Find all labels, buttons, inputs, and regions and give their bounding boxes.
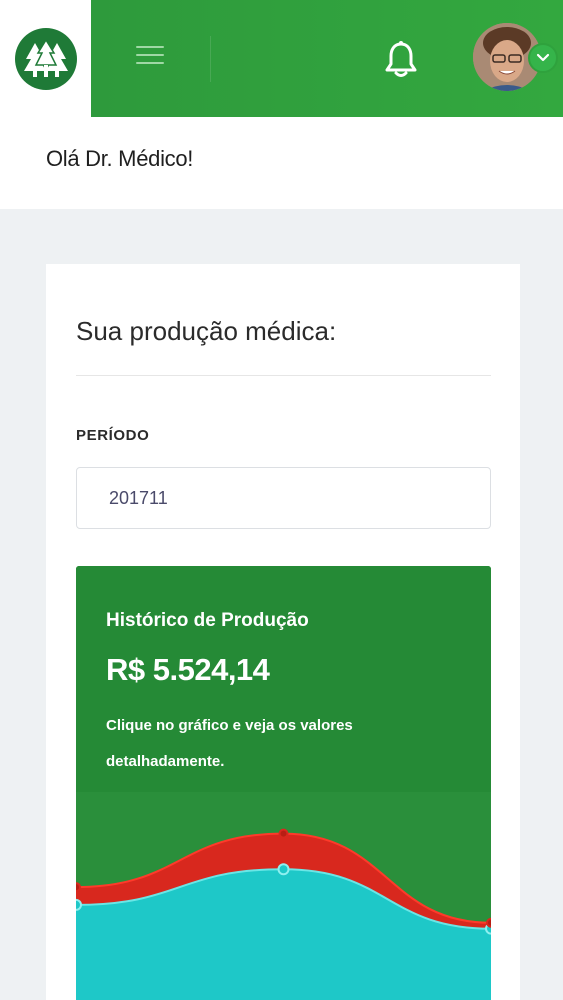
bell-icon[interactable] (384, 40, 418, 80)
history-panel: Histórico de Produção R$ 5.524,14 Clique… (76, 566, 491, 1000)
data-point-s1-2[interactable] (486, 917, 491, 928)
history-hint: Clique no gráfico e veja os valores deta… (106, 717, 353, 770)
production-chart[interactable] (76, 792, 491, 1000)
pine-trees-logo-icon (14, 27, 77, 90)
data-point-s1-1[interactable] (278, 828, 289, 839)
period-input[interactable] (76, 467, 491, 529)
data-point-s0-1[interactable] (277, 863, 290, 876)
header-divider (210, 36, 211, 82)
data-point-s1-0[interactable] (76, 882, 81, 893)
check-icon (528, 43, 558, 73)
history-total: R$ 5.524,14 (106, 652, 270, 687)
logo-area[interactable] (0, 0, 91, 117)
top-bar (0, 0, 563, 117)
period-label: PERÍODO (76, 427, 150, 444)
card-title: Sua produção médica: (76, 316, 337, 346)
card-divider (76, 375, 491, 376)
greeting-text: Olá Dr. Médico! (46, 146, 194, 171)
production-card: Sua produção médica: PERÍODO Histórico d… (46, 264, 520, 1000)
header-bar (91, 0, 563, 117)
data-point-s0-0[interactable] (76, 898, 82, 911)
history-title: Histórico de Produção (106, 610, 309, 631)
hamburger-menu-icon[interactable] (136, 46, 164, 68)
